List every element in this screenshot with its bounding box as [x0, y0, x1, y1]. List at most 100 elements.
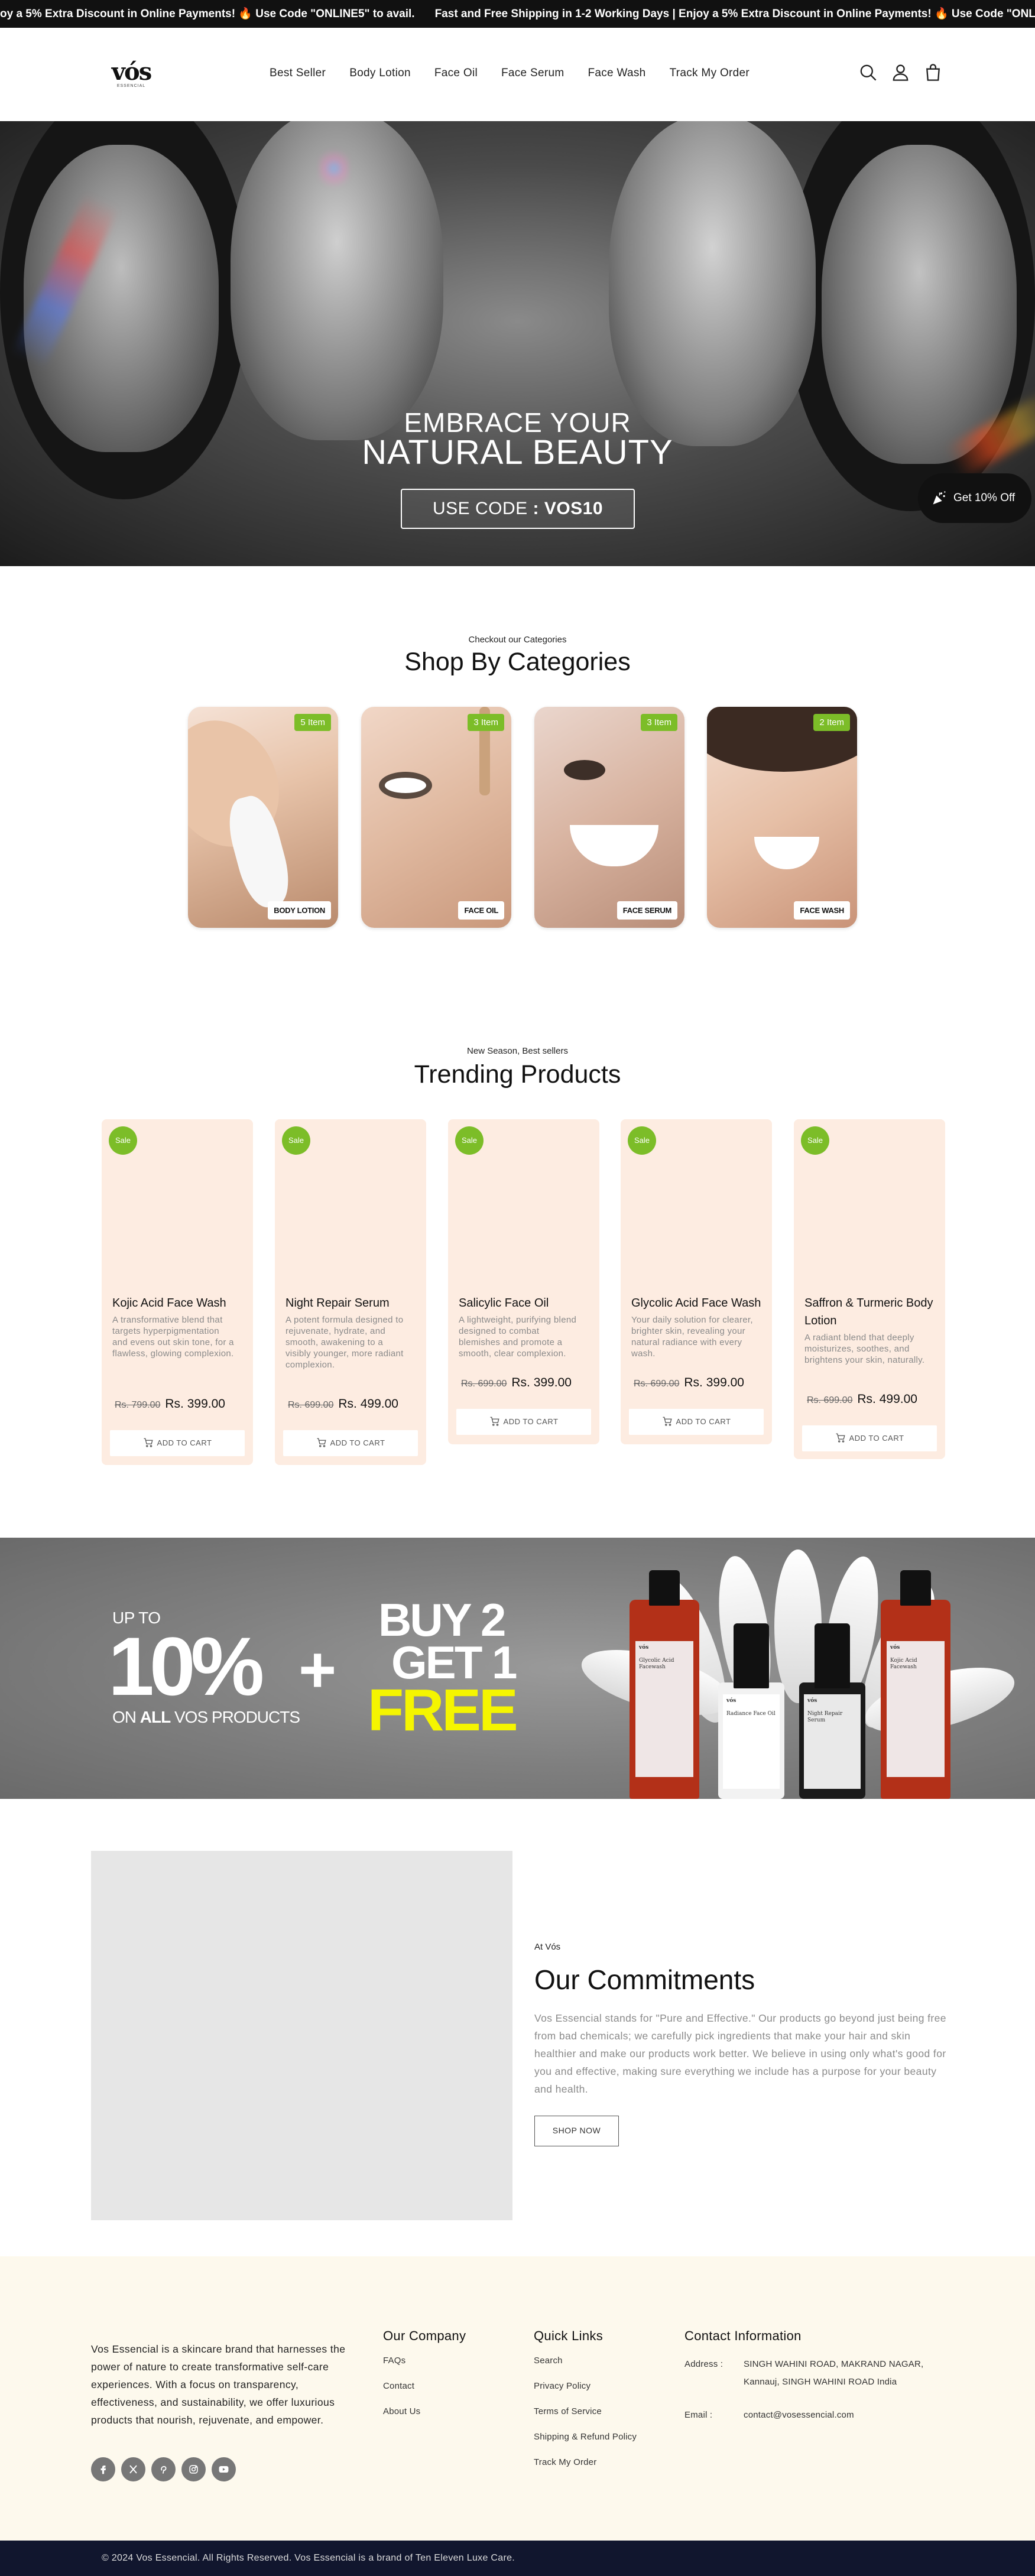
- footer-link-search[interactable]: Search: [534, 2356, 637, 2366]
- header-icons: [858, 62, 943, 83]
- add-to-cart-button[interactable]: ADD TO CART: [629, 1409, 764, 1435]
- sale-price: Rs. 399.00: [511, 1376, 572, 1389]
- instagram-icon[interactable]: [181, 2457, 206, 2481]
- bottle-label: vós Glycolic Acid Facewash: [635, 1641, 693, 1777]
- old-price: Rs. 699.00: [634, 1379, 680, 1389]
- product-name[interactable]: Night Repair Serum: [285, 1294, 417, 1312]
- category-card-face-serum[interactable]: 3 Item FACE SERUM: [534, 707, 684, 928]
- sale-badge: Sale: [801, 1126, 829, 1155]
- bottle-name: Radiance Face Oil: [726, 1711, 776, 1717]
- hero-banner[interactable]: EMBRACE YOUR NATURAL BEAUTY USE CODE : V…: [0, 121, 1035, 566]
- product-bottle: vós Glycolic Acid Facewash: [630, 1570, 699, 1799]
- categories-title: Shop By Categories: [404, 648, 631, 676]
- nav-body-lotion[interactable]: Body Lotion: [349, 67, 411, 80]
- category-photo: [564, 760, 605, 780]
- address-label: Address :: [684, 2359, 723, 2369]
- announcement-bar: oy a 5% Extra Discount in Online Payment…: [0, 0, 1035, 28]
- bottle-brand: vós: [639, 1645, 649, 1651]
- product-description: A potent formula designed to rejuvenate,…: [285, 1315, 404, 1370]
- search-icon[interactable]: [858, 62, 878, 83]
- add-to-cart-button[interactable]: ADD TO CART: [110, 1430, 245, 1456]
- bottle-cap: [649, 1570, 680, 1606]
- main-nav: Best Seller Body Lotion Face Oil Face Se…: [270, 67, 750, 80]
- social-links: [91, 2457, 236, 2481]
- site-header: vós ESSENCIAL Best Seller Body Lotion Fa…: [0, 28, 1035, 121]
- nav-track-my-order[interactable]: Track My Order: [670, 67, 750, 80]
- cart-icon[interactable]: [923, 62, 943, 83]
- youtube-icon[interactable]: [212, 2457, 236, 2481]
- add-to-cart-button[interactable]: ADD TO CART: [456, 1409, 591, 1435]
- nav-face-oil[interactable]: Face Oil: [434, 67, 478, 80]
- category-count-badge: 2 Item: [813, 714, 850, 731]
- product-card[interactable]: Sale Kojic Acid Face Wash A transformati…: [102, 1119, 253, 1465]
- get-offer-button[interactable]: Get 10% Off: [918, 473, 1031, 523]
- add-to-cart-button[interactable]: ADD TO CART: [802, 1425, 937, 1451]
- category-count-badge: 3 Item: [641, 714, 677, 731]
- sale-badge: Sale: [109, 1126, 137, 1155]
- pinterest-icon[interactable]: [151, 2457, 176, 2481]
- footer-link-shipping-refund[interactable]: Shipping & Refund Policy: [534, 2432, 637, 2442]
- sale-price: Rs. 499.00: [857, 1392, 917, 1406]
- product-card[interactable]: Sale Saffron & Turmeric Body Lotion A ra…: [794, 1119, 945, 1459]
- product-name[interactable]: Salicylic Face Oil: [459, 1294, 590, 1312]
- bottle-dropper: [815, 1623, 850, 1688]
- footer-link-about-us[interactable]: About Us: [383, 2406, 466, 2416]
- promo-banner[interactable]: UP TO 10% ON ALL VOS PRODUCTS + BUY 2 GE…: [0, 1538, 1035, 1799]
- old-price: Rs. 799.00: [115, 1400, 161, 1410]
- category-card-body-lotion[interactable]: 5 Item BODY LOTION: [188, 707, 338, 928]
- add-to-cart-button[interactable]: ADD TO CART: [283, 1430, 418, 1456]
- footer-link-terms-of-service[interactable]: Terms of Service: [534, 2406, 637, 2416]
- logo[interactable]: vós ESSENCIAL: [109, 60, 154, 89]
- old-price: Rs. 699.00: [461, 1379, 507, 1389]
- footer-column-title: Contact Information: [684, 2328, 802, 2343]
- footer-link-privacy-policy[interactable]: Privacy Policy: [534, 2381, 637, 2391]
- product-card[interactable]: Sale Glycolic Acid Face Wash Your daily …: [621, 1119, 772, 1444]
- category-photo: [379, 772, 432, 799]
- category-count-badge: 5 Item: [294, 714, 331, 731]
- cart-icon: [490, 1417, 499, 1426]
- promo-products: VOS PRODUCTS: [170, 1708, 300, 1726]
- announcement-text: oy a 5% Extra Discount in Online Payment…: [0, 8, 415, 20]
- add-to-cart-label: ADD TO CART: [503, 1417, 559, 1426]
- product-description: A lightweight, purifying blend designed …: [459, 1315, 577, 1359]
- old-price: Rs. 699.00: [288, 1400, 334, 1410]
- product-name[interactable]: Glycolic Acid Face Wash: [631, 1294, 763, 1312]
- category-card-face-wash[interactable]: 2 Item FACE WASH: [707, 707, 857, 928]
- promo-free: FREE: [368, 1677, 518, 1743]
- nav-best-seller[interactable]: Best Seller: [270, 67, 326, 80]
- old-price: Rs. 699.00: [807, 1395, 853, 1405]
- bottle-label: vós Kojic Acid Facewash: [887, 1641, 945, 1777]
- footer-link-track-order[interactable]: Track My Order: [534, 2457, 637, 2467]
- footer-link-contact[interactable]: Contact: [383, 2381, 466, 2391]
- footer-contact-column: Contact Information Address : SINGH WAHI…: [684, 2328, 962, 2439]
- sale-price: Rs. 399.00: [684, 1376, 744, 1389]
- category-photo: [754, 837, 819, 869]
- account-icon[interactable]: [890, 62, 911, 83]
- product-card[interactable]: Sale Salicylic Face Oil A lightweight, p…: [448, 1119, 599, 1444]
- facebook-icon[interactable]: [91, 2457, 115, 2481]
- bottle-brand: vós: [807, 1698, 817, 1704]
- site-footer: Vos Essencial is a skincare brand that h…: [0, 2256, 1035, 2541]
- promo-all: ALL: [139, 1708, 171, 1726]
- shop-now-button[interactable]: SHOP NOW: [534, 2116, 619, 2146]
- email-link[interactable]: contact@vosessencial.com: [744, 2406, 945, 2424]
- product-name[interactable]: Kojic Acid Face Wash: [112, 1294, 244, 1312]
- nav-face-wash[interactable]: Face Wash: [588, 67, 645, 80]
- bottle-name: Glycolic Acid Facewash: [639, 1658, 674, 1670]
- commitments-image-placeholder: [91, 1851, 512, 2220]
- product-description: Your daily solution for clearer, brighte…: [631, 1315, 753, 1359]
- trending-title: Trending Products: [414, 1060, 621, 1089]
- product-card[interactable]: Sale Night Repair Serum A potent formula…: [275, 1119, 426, 1465]
- nav-face-serum[interactable]: Face Serum: [501, 67, 564, 80]
- x-icon[interactable]: [121, 2457, 145, 2481]
- product-name[interactable]: Saffron & Turmeric Body Lotion: [804, 1294, 936, 1330]
- commitments-kicker: At Vós: [534, 1942, 561, 1952]
- footer-link-faqs[interactable]: FAQs: [383, 2356, 466, 2366]
- category-label: FACE OIL: [458, 901, 504, 920]
- category-card-face-oil[interactable]: 3 Item FACE OIL: [361, 707, 511, 928]
- category-label: FACE WASH: [794, 901, 850, 920]
- product-price: Rs. 799.00 Rs. 399.00: [115, 1397, 225, 1411]
- add-to-cart-label: ADD TO CART: [157, 1438, 212, 1447]
- hero-coupon-code[interactable]: USE CODE : VOS10: [401, 489, 635, 529]
- category-photo: [570, 825, 658, 866]
